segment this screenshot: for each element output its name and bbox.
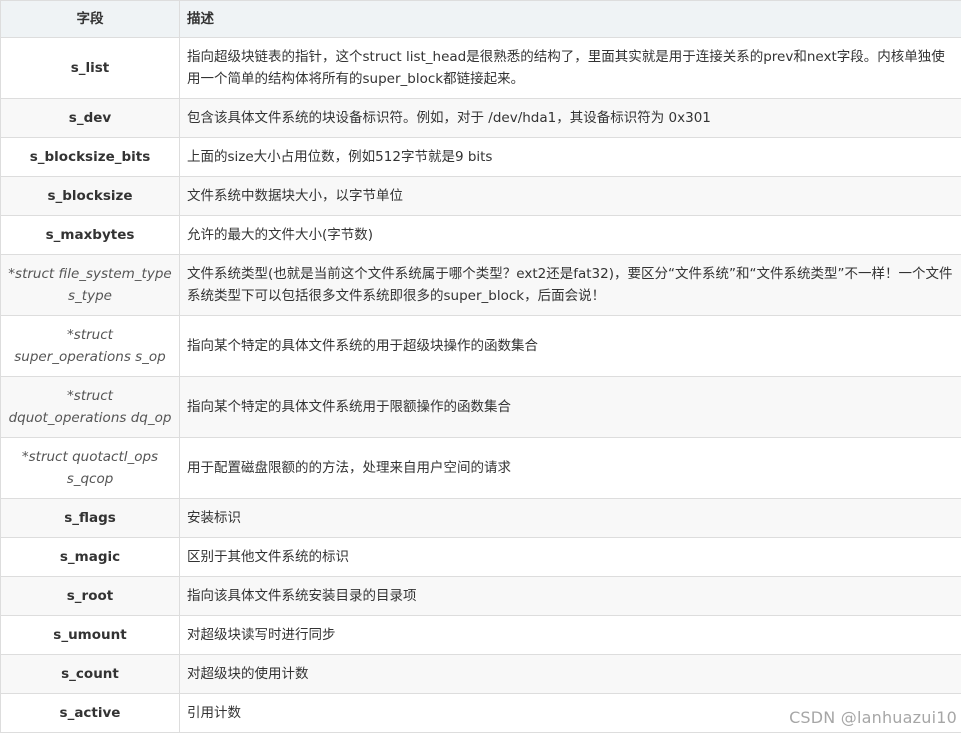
field-description: 上面的size大小占用位数，例如512字节就是9 bits: [180, 138, 961, 177]
field-table: 字段 描述 s_list 指向超级块链表的指针，这个struct list_he…: [0, 0, 961, 733]
table-row: s_blocksize 文件系统中数据块大小，以字节单位: [1, 177, 961, 216]
field-description: 指向超级块链表的指针，这个struct list_head是很熟悉的结构了，里面…: [180, 38, 961, 99]
field-name: s_blocksize: [1, 177, 180, 216]
field-description: 允许的最大的文件大小(字节数): [180, 216, 961, 255]
header-field: 字段: [1, 1, 180, 38]
table-row: s_list 指向超级块链表的指针，这个struct list_head是很熟悉…: [1, 38, 961, 99]
field-name: s_count: [1, 655, 180, 694]
table-row: s_umount 对超级块读写时进行同步: [1, 616, 961, 655]
field-name: s_maxbytes: [1, 216, 180, 255]
field-name: s_flags: [1, 499, 180, 538]
table-row: s_root 指向该具体文件系统安装目录的目录项: [1, 577, 961, 616]
field-description: 指向某个特定的具体文件系统的用于超级块操作的函数集合: [180, 316, 961, 377]
field-name: s_blocksize_bits: [1, 138, 180, 177]
table-row: s_blocksize_bits 上面的size大小占用位数，例如512字节就是…: [1, 138, 961, 177]
field-name: s_umount: [1, 616, 180, 655]
field-description: 指向某个特定的具体文件系统用于限额操作的函数集合: [180, 377, 961, 438]
field-description: 文件系统中数据块大小，以字节单位: [180, 177, 961, 216]
field-description: 安装标识: [180, 499, 961, 538]
header-description: 描述: [180, 1, 961, 38]
field-name: s_active: [1, 694, 180, 733]
field-name: *struct file_system_type s_type: [1, 255, 180, 316]
table-row: s_flags 安装标识: [1, 499, 961, 538]
table-row: *struct quotactl_ops s_qcop 用于配置磁盘限额的的方法…: [1, 438, 961, 499]
field-description: 引用计数: [180, 694, 961, 733]
field-description: 包含该具体文件系统的块设备标识符。例如，对于 /dev/hda1，其设备标识符为…: [180, 99, 961, 138]
field-name: s_dev: [1, 99, 180, 138]
field-description: 指向该具体文件系统安装目录的目录项: [180, 577, 961, 616]
table-row: s_dev 包含该具体文件系统的块设备标识符。例如，对于 /dev/hda1，其…: [1, 99, 961, 138]
field-description: 用于配置磁盘限额的的方法，处理来自用户空间的请求: [180, 438, 961, 499]
field-name: *struct super_operations s_op: [1, 316, 180, 377]
field-description: 对超级块的使用计数: [180, 655, 961, 694]
field-description: 对超级块读写时进行同步: [180, 616, 961, 655]
field-description: 区别于其他文件系统的标识: [180, 538, 961, 577]
field-name: *struct dquot_operations dq_op: [1, 377, 180, 438]
table-row: s_magic 区别于其他文件系统的标识: [1, 538, 961, 577]
table-row: s_active 引用计数: [1, 694, 961, 733]
table-row: s_maxbytes 允许的最大的文件大小(字节数): [1, 216, 961, 255]
field-name: s_magic: [1, 538, 180, 577]
table-header-row: 字段 描述: [1, 1, 961, 38]
field-name: *struct quotactl_ops s_qcop: [1, 438, 180, 499]
field-name: s_list: [1, 38, 180, 99]
table-row: *struct file_system_type s_type 文件系统类型(也…: [1, 255, 961, 316]
field-description: 文件系统类型(也就是当前这个文件系统属于哪个类型？ext2还是fat32)，要区…: [180, 255, 961, 316]
field-name: s_root: [1, 577, 180, 616]
table-row: *struct super_operations s_op 指向某个特定的具体文…: [1, 316, 961, 377]
table-row: s_count 对超级块的使用计数: [1, 655, 961, 694]
table-row: *struct dquot_operations dq_op 指向某个特定的具体…: [1, 377, 961, 438]
